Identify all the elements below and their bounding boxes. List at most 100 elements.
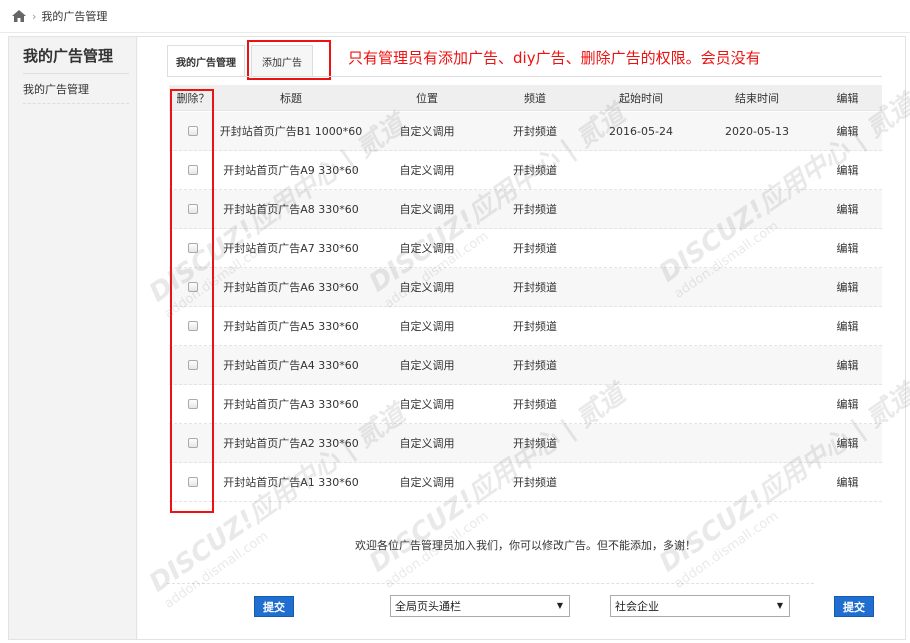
breadcrumb-current[interactable]: 我的广告管理 xyxy=(41,8,107,24)
ad-end-time xyxy=(701,463,813,501)
table-header: 删除？ 标题 位置 频道 起始时间 结束时间 编辑 xyxy=(169,85,882,111)
ad-start-time xyxy=(581,424,701,462)
ad-position: 自定义调用 xyxy=(399,320,455,333)
ad-channel: 开封频道 xyxy=(513,164,557,177)
content-frame: 我的广告管理 我的广告管理 我的广告管理 添加广告 只有管理员有添加广告、diy… xyxy=(8,36,910,640)
ad-channel: 开封频道 xyxy=(513,359,557,372)
table-row: 开封站首页广告A4 330*60 自定义调用 开封频道 编辑 xyxy=(169,346,882,385)
ad-title: 开封站首页广告B1 1000*60 xyxy=(219,125,363,138)
edit-link[interactable]: 编辑 xyxy=(813,463,882,501)
table-row: 开封站首页广告A1 330*60 自定义调用 开封频道 编辑 xyxy=(169,463,882,502)
edit-link[interactable]: 编辑 xyxy=(813,151,882,189)
ad-title: 开封站首页广告A5 330*60 xyxy=(223,320,359,333)
form-divider xyxy=(167,583,814,584)
ad-channel: 开封频道 xyxy=(513,281,557,294)
ad-start-time: 2016-05-24 xyxy=(609,124,673,138)
ad-title: 开封站首页广告A2 330*60 xyxy=(223,437,359,450)
sidebar-divider xyxy=(23,73,129,74)
ad-position: 自定义调用 xyxy=(399,437,455,450)
sidebar-item-ad-management[interactable]: 我的广告管理 xyxy=(23,81,89,97)
ad-title: 开封站首页广告A3 330*60 xyxy=(223,398,359,411)
ad-channel: 开封频道 xyxy=(513,398,557,411)
ad-start-time xyxy=(581,268,701,306)
breadcrumb: › 我的广告管理 xyxy=(0,0,910,33)
edit-link[interactable]: 编辑 xyxy=(813,190,882,228)
ad-start-time xyxy=(581,190,701,228)
ad-position: 自定义调用 xyxy=(399,242,455,255)
ad-start-time xyxy=(581,229,701,267)
ad-channel: 开封频道 xyxy=(513,437,557,450)
main-panel: 我的广告管理 添加广告 只有管理员有添加广告、diy广告、删除广告的权限。会员没… xyxy=(138,37,910,639)
ad-end-time xyxy=(701,268,813,306)
ad-end-time xyxy=(701,307,813,345)
ad-start-time xyxy=(581,346,701,384)
ad-title: 开封站首页广告A6 330*60 xyxy=(223,281,359,294)
ad-position: 自定义调用 xyxy=(399,398,455,411)
breadcrumb-separator-icon: › xyxy=(32,9,37,23)
ad-end-time xyxy=(701,151,813,189)
ad-position: 自定义调用 xyxy=(399,476,455,489)
edit-link[interactable]: 编辑 xyxy=(813,385,882,423)
category-select-value: 社会企业 xyxy=(615,600,659,613)
ad-end-time xyxy=(701,229,813,267)
tab-divider xyxy=(167,76,882,77)
ad-title: 开封站首页广告A7 330*60 xyxy=(223,242,359,255)
table-row: 开封站首页广告A2 330*60 自定义调用 开封频道 编辑 xyxy=(169,424,882,463)
table-row: 开封站首页广告A8 330*60 自定义调用 开封频道 编辑 xyxy=(169,190,882,229)
dropdown-arrow-icon: ▼ xyxy=(776,601,783,610)
ad-channel: 开封频道 xyxy=(513,203,557,216)
delete-column-highlight-box xyxy=(170,89,214,513)
ad-title: 开封站首页广告A8 330*60 xyxy=(223,203,359,216)
ad-start-time xyxy=(581,307,701,345)
column-header-start-time: 起始时间 xyxy=(619,91,663,105)
ad-end-time xyxy=(701,424,813,462)
annotation-text: 只有管理员有添加广告、diy广告、删除广告的权限。会员没有 xyxy=(348,49,761,67)
edit-link[interactable]: 编辑 xyxy=(813,424,882,462)
position-select[interactable]: 全局页头通栏 ▼ xyxy=(390,595,570,617)
tab-my-ads[interactable]: 我的广告管理 xyxy=(167,45,245,77)
edit-link[interactable]: 编辑 xyxy=(813,112,882,150)
ad-end-time: 2020-05-13 xyxy=(725,124,789,138)
ad-position: 自定义调用 xyxy=(399,164,455,177)
ad-channel: 开封频道 xyxy=(513,476,557,489)
sidebar: 我的广告管理 我的广告管理 xyxy=(9,37,137,639)
table-row: 开封站首页广告A6 330*60 自定义调用 开封频道 编辑 xyxy=(169,268,882,307)
position-select-value: 全局页头通栏 xyxy=(395,600,461,613)
ad-end-time xyxy=(701,346,813,384)
ad-position: 自定义调用 xyxy=(399,125,455,138)
table-row: 开封站首页广告A9 330*60 自定义调用 开封频道 编辑 xyxy=(169,151,882,190)
category-select[interactable]: 社会企业 ▼ xyxy=(610,595,790,617)
ad-channel: 开封频道 xyxy=(513,320,557,333)
ad-title: 开封站首页广告A4 330*60 xyxy=(223,359,359,372)
ad-start-time xyxy=(581,463,701,501)
edit-link[interactable]: 编辑 xyxy=(813,268,882,306)
ad-end-time xyxy=(701,190,813,228)
ad-title: 开封站首页广告A9 330*60 xyxy=(223,164,359,177)
submit-button-secondary[interactable]: 提交 xyxy=(834,596,874,617)
ad-end-time xyxy=(701,385,813,423)
ad-position: 自定义调用 xyxy=(399,203,455,216)
annotation-highlight-box xyxy=(247,40,331,80)
sidebar-divider xyxy=(23,103,129,104)
footer-note: 欢迎各位广告管理员加入我们，你可以修改广告。但不能添加，多谢！ xyxy=(355,539,696,552)
ad-title: 开封站首页广告A1 330*60 xyxy=(223,476,359,489)
submit-button[interactable]: 提交 xyxy=(254,596,294,617)
ad-channel: 开封频道 xyxy=(513,242,557,255)
ad-start-time xyxy=(581,151,701,189)
sidebar-title: 我的广告管理 xyxy=(23,47,114,65)
ad-position: 自定义调用 xyxy=(399,359,455,372)
ad-start-time xyxy=(581,385,701,423)
edit-link[interactable]: 编辑 xyxy=(813,229,882,267)
ad-position: 自定义调用 xyxy=(399,281,455,294)
column-header-channel: 频道 xyxy=(524,91,546,105)
column-header-title: 标题 xyxy=(280,91,302,105)
table-row: 开封站首页广告A3 330*60 自定义调用 开封频道 编辑 xyxy=(169,385,882,424)
dropdown-arrow-icon: ▼ xyxy=(556,601,563,610)
edit-link[interactable]: 编辑 xyxy=(813,307,882,345)
table-row: 开封站首页广告A7 330*60 自定义调用 开封频道 编辑 xyxy=(169,229,882,268)
ad-channel: 开封频道 xyxy=(513,125,557,138)
table-row: 开封站首页广告A5 330*60 自定义调用 开封频道 编辑 xyxy=(169,307,882,346)
home-icon[interactable] xyxy=(12,10,26,22)
column-header-edit: 编辑 xyxy=(836,91,859,105)
edit-link[interactable]: 编辑 xyxy=(813,346,882,384)
